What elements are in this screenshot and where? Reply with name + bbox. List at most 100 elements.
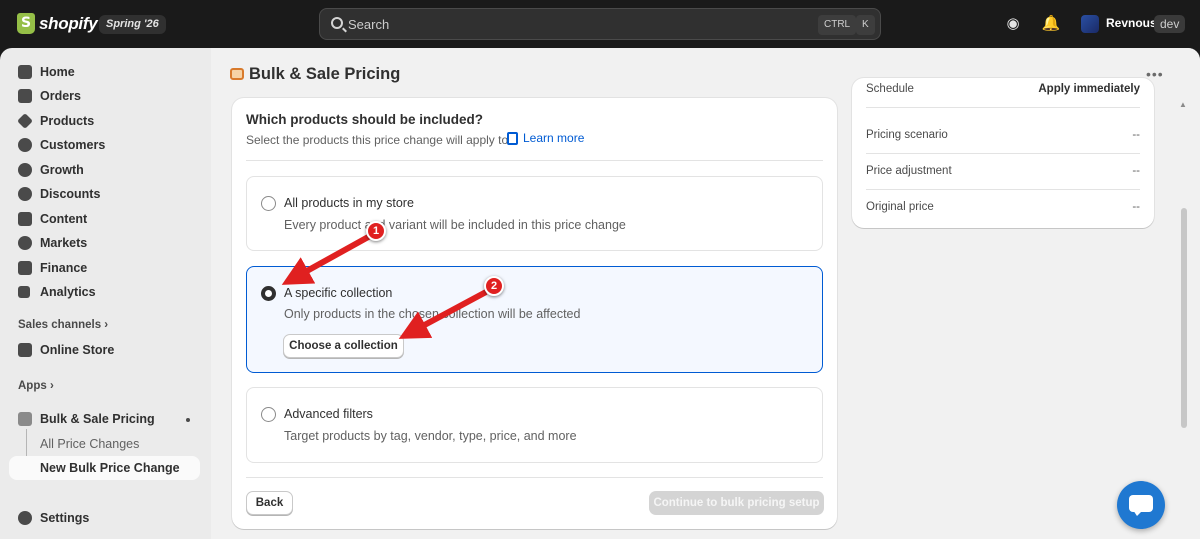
- tag-icon: [17, 113, 33, 129]
- sidebar-item-markets[interactable]: Markets: [9, 231, 200, 255]
- learn-more-link[interactable]: Learn more: [507, 131, 584, 145]
- sidebar-item-finance[interactable]: Finance: [9, 256, 200, 280]
- sidebar-item-label: New Bulk Price Change: [40, 461, 180, 475]
- scrollbar[interactable]: [1181, 208, 1187, 428]
- store-avatar[interactable]: [1081, 15, 1099, 33]
- globe-icon: [18, 236, 32, 250]
- store-name[interactable]: Revnous: [1106, 16, 1157, 30]
- sidebar-item-label: Discounts: [40, 187, 101, 201]
- summary-row: Schedule Apply immediately: [866, 72, 1140, 108]
- chat-icon: [1129, 495, 1153, 516]
- sidebar-item-new-bulk-price-change[interactable]: New Bulk Price Change: [9, 456, 200, 480]
- sidebar-item-label: Markets: [40, 236, 88, 250]
- summary-key: Original price: [866, 201, 934, 213]
- store-icon: [18, 343, 32, 357]
- option-description: Only products in the chosen collection w…: [284, 307, 581, 321]
- shortcut-k: K: [856, 15, 875, 35]
- logo-text: shopify: [39, 13, 98, 33]
- search-icon: [331, 17, 343, 29]
- sidebar-item-products[interactable]: Products: [9, 109, 200, 133]
- sidebar-item-discounts[interactable]: Discounts: [9, 182, 200, 206]
- option-specific-collection[interactable]: A specific collection Only products in t…: [246, 266, 823, 373]
- book-icon: [507, 131, 518, 145]
- shopify-logo[interactable]: shopify: [17, 13, 98, 34]
- divider: [246, 160, 823, 161]
- bank-icon: [18, 261, 32, 275]
- app-icon: [18, 412, 32, 426]
- sidebar-item-label: Bulk & Sale Pricing: [40, 412, 155, 426]
- summary-value: Apply immediately: [1038, 83, 1140, 95]
- bell-icon[interactable]: 🔔: [1041, 14, 1061, 34]
- edition-badge: Spring '26: [99, 15, 166, 34]
- sidebar-item-label: Analytics: [40, 285, 96, 299]
- person-icon: [18, 138, 32, 152]
- summary-value: --: [1132, 129, 1140, 141]
- continue-button[interactable]: Continue to bulk pricing setup: [649, 491, 824, 515]
- store-tag: dev: [1154, 15, 1186, 33]
- summary-value: --: [1132, 165, 1140, 177]
- choose-collection-button[interactable]: Choose a collection: [283, 334, 404, 358]
- sidebar-item-settings[interactable]: Settings: [9, 506, 200, 530]
- sidebar-item-label: Content: [40, 212, 88, 226]
- sidebar-item-label: Growth: [40, 163, 84, 177]
- summary-card: Schedule Apply immediately Pricing scena…: [852, 78, 1154, 228]
- annotation-marker-1: 1: [366, 221, 386, 241]
- sidebar-item-growth[interactable]: Growth: [9, 158, 200, 182]
- gear-icon: [18, 511, 32, 525]
- orders-icon: [18, 89, 32, 103]
- sidekick-icon[interactable]: ◉: [1003, 14, 1023, 34]
- sidebar-item-orders[interactable]: Orders: [9, 84, 200, 108]
- summary-row: Pricing scenario --: [866, 118, 1140, 154]
- sidebar-item-all-price-changes[interactable]: All Price Changes: [9, 432, 200, 456]
- sidebar: Home Orders Products Customers Growth Di…: [0, 48, 211, 539]
- sidebar-item-label: Orders: [40, 89, 81, 103]
- product-selection-card: Which products should be included? Selec…: [232, 98, 837, 529]
- sidebar-item-customers[interactable]: Customers: [9, 133, 200, 157]
- shortcut-ctrl: CTRL: [818, 15, 857, 35]
- scroll-up-arrow[interactable]: ▲: [1179, 100, 1187, 109]
- sidebar-item-analytics[interactable]: Analytics: [9, 280, 200, 304]
- radio-advanced-filters[interactable]: [261, 407, 276, 422]
- section-title: Which products should be included?: [246, 112, 483, 127]
- sidebar-item-label: Products: [40, 114, 95, 128]
- page-title: Bulk & Sale Pricing: [249, 65, 401, 83]
- section-subtitle: Select the products this price change wi…: [246, 133, 509, 147]
- content-icon: [18, 212, 32, 226]
- sidebar-item-label: All Price Changes: [40, 437, 140, 451]
- summary-key: Price adjustment: [866, 165, 952, 177]
- option-advanced-filters[interactable]: Advanced filters Target products by tag,…: [246, 387, 823, 463]
- radio-all-products[interactable]: [261, 196, 276, 211]
- sales-channels-heading[interactable]: Sales channels ›: [18, 319, 108, 331]
- option-description: Target products by tag, vendor, type, pr…: [284, 429, 577, 443]
- summary-row: Price adjustment --: [866, 154, 1140, 190]
- summary-key: Pricing scenario: [866, 129, 948, 141]
- option-description: Every product and variant will be includ…: [284, 218, 626, 232]
- option-title: All products in my store: [284, 196, 414, 210]
- back-button[interactable]: Back: [246, 491, 293, 515]
- sidebar-item-bulk-sale-pricing[interactable]: Bulk & Sale Pricing: [9, 407, 200, 431]
- annotation-marker-2: 2: [484, 276, 504, 296]
- divider: [246, 477, 823, 478]
- sidebar-item-home[interactable]: Home: [9, 60, 200, 84]
- app-icon: [230, 68, 244, 80]
- chart-icon: [18, 286, 30, 298]
- search-placeholder: Search: [348, 17, 390, 32]
- summary-row: Original price --: [866, 190, 1140, 226]
- option-title: Advanced filters: [284, 407, 373, 421]
- sidebar-item-label: Online Store: [40, 343, 115, 357]
- radio-specific-collection[interactable]: [261, 286, 276, 301]
- pin-dot: [186, 418, 190, 422]
- learn-more-label: Learn more: [523, 131, 585, 145]
- sidebar-item-label: Settings: [40, 511, 90, 525]
- option-all-products[interactable]: All products in my store Every product a…: [246, 176, 823, 251]
- search-bar[interactable]: Search CTRL K: [319, 8, 881, 40]
- apps-heading[interactable]: Apps ›: [18, 380, 54, 392]
- summary-key: Schedule: [866, 83, 914, 95]
- growth-icon: [18, 163, 32, 177]
- home-icon: [18, 65, 32, 79]
- discount-icon: [18, 187, 32, 201]
- sidebar-item-content[interactable]: Content: [9, 207, 200, 231]
- sidebar-item-online-store[interactable]: Online Store: [9, 338, 200, 362]
- sidebar-item-label: Finance: [40, 261, 88, 275]
- chat-button[interactable]: [1117, 481, 1165, 529]
